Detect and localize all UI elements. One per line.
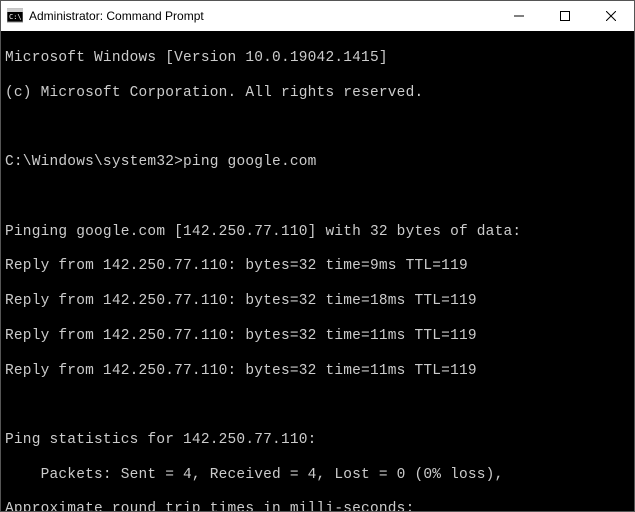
window-controls xyxy=(496,1,634,31)
cmd-icon: C:\ xyxy=(7,8,23,24)
prompt-path: C:\Windows\system32> xyxy=(5,154,183,170)
copyright-line: (c) Microsoft Corporation. All rights re… xyxy=(5,85,630,102)
minimize-icon xyxy=(514,11,524,21)
maximize-button[interactable] xyxy=(542,1,588,31)
reply-line: Reply from 142.250.77.110: bytes=32 time… xyxy=(5,328,630,345)
version-line: Microsoft Windows [Version 10.0.19042.14… xyxy=(5,50,630,67)
command-line: C:\Windows\system32>ping google.com xyxy=(5,154,630,171)
stats-time-header-line: Approximate round trip times in milli-se… xyxy=(5,501,630,511)
stats-header-line: Ping statistics for 142.250.77.110: xyxy=(5,432,630,449)
command-prompt-window: C:\ Administrator: Command Prompt xyxy=(0,0,635,512)
reply-line: Reply from 142.250.77.110: bytes=32 time… xyxy=(5,363,630,380)
reply-line: Reply from 142.250.77.110: bytes=32 time… xyxy=(5,293,630,310)
close-button[interactable] xyxy=(588,1,634,31)
minimize-button[interactable] xyxy=(496,1,542,31)
titlebar[interactable]: C:\ Administrator: Command Prompt xyxy=(1,1,634,31)
blank-line xyxy=(5,120,630,137)
window-title: Administrator: Command Prompt xyxy=(29,9,496,23)
reply-line: Reply from 142.250.77.110: bytes=32 time… xyxy=(5,258,630,275)
terminal-output[interactable]: Microsoft Windows [Version 10.0.19042.14… xyxy=(1,31,634,511)
stats-packets-line: Packets: Sent = 4, Received = 4, Lost = … xyxy=(5,467,630,484)
maximize-icon xyxy=(560,11,570,21)
svg-text:C:\: C:\ xyxy=(9,13,22,21)
ping-header-line: Pinging google.com [142.250.77.110] with… xyxy=(5,224,630,241)
close-icon xyxy=(606,11,616,21)
blank-line xyxy=(5,397,630,414)
blank-line xyxy=(5,189,630,206)
typed-command: ping google.com xyxy=(183,154,317,170)
